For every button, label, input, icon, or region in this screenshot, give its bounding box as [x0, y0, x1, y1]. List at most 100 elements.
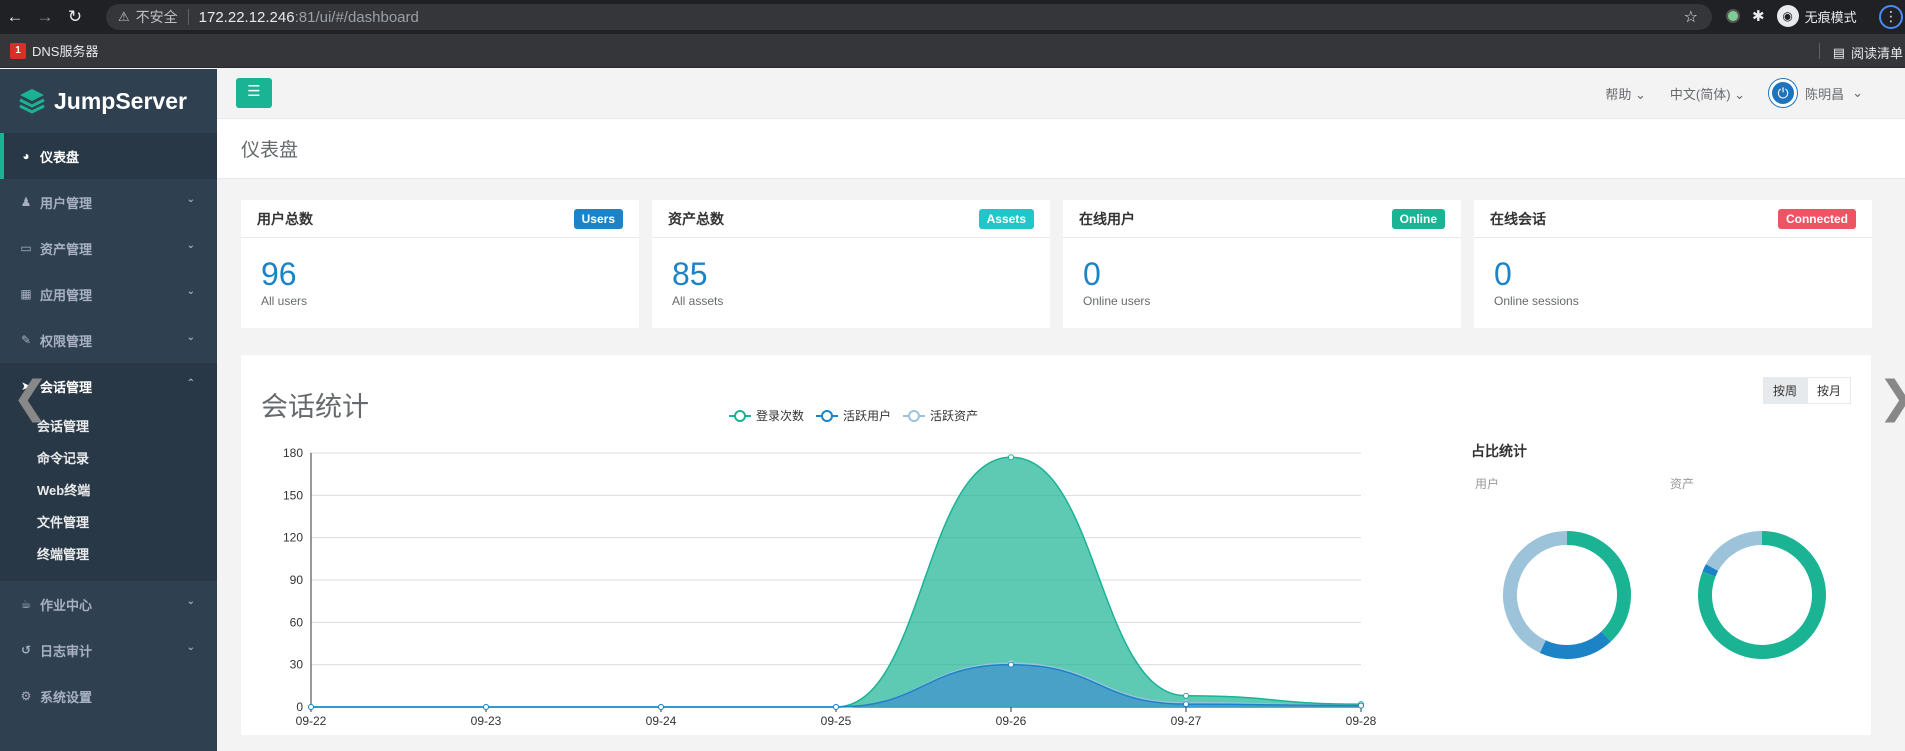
- card-value[interactable]: 85: [672, 256, 1050, 292]
- chevron-down-icon: ⌄: [186, 286, 195, 297]
- sidebar-item-label: 应用管理: [40, 287, 93, 303]
- x-tick-label: 09-26: [996, 714, 1027, 728]
- legend-label: 活跃用户: [843, 409, 892, 423]
- legend-item-active-users[interactable]: 活跃用户: [816, 407, 891, 424]
- stat-card-assets: 资产总数 Assets 85 All assets: [652, 200, 1050, 328]
- card-title: 用户总数: [257, 210, 313, 227]
- bookmarks-bar: 1 DNS服务器 ▤ 阅读清单: [0, 34, 1905, 68]
- data-point: [833, 704, 839, 710]
- sessions-submenu: 会话管理 命令记录 Web终端 文件管理 终端管理: [0, 409, 217, 581]
- chevron-right-icon[interactable]: ❯: [1878, 372, 1905, 423]
- asset-ratio-donut: [1698, 531, 1826, 659]
- forward-icon[interactable]: →: [30, 7, 60, 27]
- month-button[interactable]: 按月: [1806, 377, 1851, 404]
- back-icon[interactable]: ←: [0, 7, 30, 27]
- card-title: 资产总数: [668, 210, 724, 227]
- sidebar-item-jobs[interactable]: ☕ 作业中心 ⌄: [0, 581, 217, 627]
- bookmark-dns[interactable]: 1 DNS服务器: [10, 41, 98, 60]
- language-dropdown[interactable]: 中文(简体) ⌄: [1670, 84, 1745, 103]
- brand-logo[interactable]: JumpServer: [0, 69, 217, 133]
- series-area: [311, 457, 1361, 707]
- chart-legend: 登录次数 活跃用户 活跃资产: [729, 407, 978, 424]
- url-host: 172.22.12.246: [198, 8, 295, 26]
- submenu-item-commands[interactable]: 命令记录: [0, 443, 217, 475]
- card-value[interactable]: 0: [1083, 256, 1461, 292]
- data-point: [1008, 661, 1014, 668]
- sidebar-item-label: 作业中心: [40, 597, 93, 613]
- browser-menu-icon[interactable]: ⋮: [1879, 5, 1903, 29]
- incognito-indicator[interactable]: ◉ 无痕模式: [1776, 5, 1857, 27]
- y-tick-label: 180: [283, 446, 303, 460]
- help-label: 帮助: [1605, 86, 1632, 102]
- incognito-icon: ◉: [1776, 5, 1799, 27]
- help-dropdown[interactable]: 帮助 ⌄: [1605, 84, 1646, 103]
- dashboard-icon: ◕: [22, 149, 30, 163]
- chevron-down-icon: ⌄: [186, 642, 195, 653]
- x-tick-label: 09-28: [1346, 714, 1377, 728]
- sidebar-item-permissions[interactable]: ✎ 权限管理 ⌄: [0, 317, 217, 363]
- submenu-item-terminal-manager[interactable]: 终端管理: [0, 539, 217, 571]
- sidebar-item-audit[interactable]: ↺ 日志审计 ⌄: [0, 627, 217, 673]
- user-dropdown[interactable]: ⏻ 陈明昌 ⌄: [1769, 79, 1863, 107]
- legend-item-logins[interactable]: 登录次数: [729, 407, 804, 424]
- status-badge: Connected: [1777, 208, 1856, 229]
- sidebar-item-applications[interactable]: ▦ 应用管理 ⌄: [0, 271, 217, 317]
- coffee-icon: ☕: [20, 597, 32, 611]
- stat-card-users: 用户总数 Users 96 All users: [241, 200, 639, 328]
- series-line: [311, 456, 1362, 708]
- sidebar-item-assets[interactable]: ▭ 资产管理 ⌄: [0, 225, 217, 271]
- week-button[interactable]: 按周: [1762, 377, 1807, 404]
- data-point: [1008, 454, 1014, 461]
- stat-card-online-sessions: 在线会话 Connected 0 Online sessions: [1474, 200, 1872, 328]
- card-value[interactable]: 0: [1494, 256, 1872, 292]
- sidebar-item-users[interactable]: ♟ 用户管理 ⌄: [0, 179, 217, 225]
- page-heading: 仪表盘: [217, 119, 1905, 179]
- submenu-item-web-terminal[interactable]: Web终端: [0, 475, 217, 507]
- donut-user-label: 用户: [1475, 477, 1500, 491]
- card-title: 在线用户: [1079, 210, 1135, 227]
- url-path: :81/ui/#/dashboard: [294, 8, 419, 26]
- data-point: [308, 704, 314, 710]
- chevron-left-icon[interactable]: ❮: [12, 372, 49, 423]
- chevron-down-icon: ⌄: [186, 194, 195, 205]
- x-tick-label: 09-23: [471, 714, 502, 728]
- bookmark-star-icon[interactable]: ☆: [1684, 7, 1698, 27]
- x-tick-label: 09-24: [646, 714, 677, 728]
- period-toggle: 按周 按月: [1762, 377, 1851, 404]
- donut-slice: [1566, 531, 1631, 642]
- gears-icon: ⚙: [20, 689, 32, 703]
- card-title: 在线会话: [1490, 210, 1546, 227]
- sidebar-item-dashboard[interactable]: ◕ 仪表盘: [0, 133, 217, 179]
- sidebar-item-label: 日志审计: [40, 643, 93, 659]
- top-navbar: ☰ 帮助 ⌄ 中文(简体) ⌄ ⏻ 陈明昌 ⌄: [217, 69, 1905, 119]
- legend-marker: [816, 409, 839, 422]
- card-subtitle: Online users: [1083, 294, 1151, 308]
- reload-icon[interactable]: ↻: [60, 7, 90, 27]
- sidebar-item-label: 系统设置: [40, 689, 93, 705]
- chevron-down-icon: ⌄: [1634, 86, 1646, 102]
- edit-icon: ✎: [20, 333, 32, 347]
- donut-slice: [1503, 531, 1568, 653]
- username: 陈明昌: [1805, 86, 1845, 102]
- extensions-puzzle-icon[interactable]: ✱: [1752, 7, 1765, 25]
- sidebar-item-label: 权限管理: [40, 333, 93, 349]
- legend-item-active-assets[interactable]: 活跃资产: [903, 407, 978, 424]
- submenu-item-file-manager[interactable]: 文件管理: [0, 507, 217, 539]
- donut-slice: [1705, 531, 1763, 572]
- address-bar[interactable]: ⚠ 不安全 172.22.12.246 :81/ui/#/dashboard ☆: [106, 4, 1712, 30]
- reading-list-button[interactable]: ▤ 阅读清单: [1833, 43, 1903, 62]
- chevron-down-icon: ⌄: [186, 240, 195, 251]
- y-tick-label: 90: [290, 573, 304, 587]
- inbox-icon: ▭: [20, 241, 32, 255]
- reading-list-icon: ▤: [1832, 44, 1845, 60]
- menu-toggle-button[interactable]: ☰: [236, 78, 272, 108]
- card-value[interactable]: 96: [261, 256, 639, 292]
- sidebar-item-settings[interactable]: ⚙ 系统设置: [0, 673, 217, 719]
- avatar: ⏻: [1769, 79, 1798, 107]
- extension-icon[interactable]: [1726, 9, 1740, 23]
- status-badge: Online: [1391, 208, 1445, 229]
- bookmarks-divider: [1819, 43, 1820, 59]
- card-subtitle: Online sessions: [1494, 294, 1579, 308]
- y-tick-label: 60: [290, 615, 304, 629]
- card-subtitle: All assets: [672, 294, 724, 308]
